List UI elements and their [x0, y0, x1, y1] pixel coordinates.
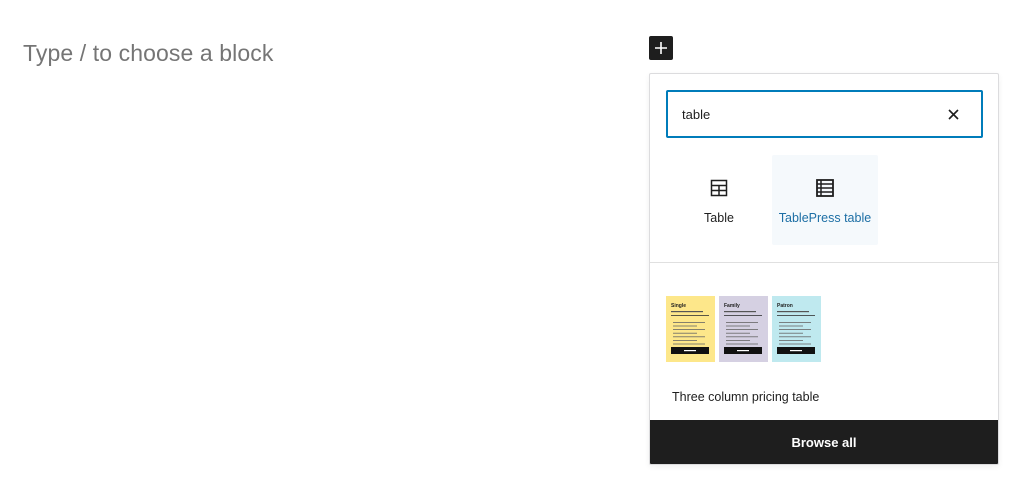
pricing-list-line: [779, 343, 811, 345]
pricing-list-line: [726, 325, 750, 327]
table-icon: [710, 179, 728, 197]
pricing-list-line: [673, 329, 705, 330]
search-input[interactable]: [682, 92, 932, 136]
pricing-column-title: Single: [671, 303, 686, 309]
plus-icon: [655, 42, 667, 54]
pricing-list-line: [726, 340, 750, 341]
pricing-list-line: [779, 336, 811, 338]
pattern-preview: Single Family Patron: [666, 296, 821, 362]
pricing-list-line: [673, 322, 705, 323]
pattern-three-column-pricing-table[interactable]: Single Family Patron Three column pricing …: [666, 296, 826, 416]
block-option-label: TablePress table: [778, 211, 872, 225]
pricing-button-label: [737, 350, 749, 352]
pricing-list-line: [673, 336, 705, 338]
pricing-text-line: [724, 311, 756, 313]
block-inserter-popover: Table TablePress table Single Family Patro…: [649, 73, 999, 465]
pricing-column-title: Patron: [777, 303, 793, 309]
pricing-button-label: [790, 350, 802, 352]
pricing-list-line: [673, 343, 705, 345]
pricing-text-line: [777, 311, 809, 313]
section-divider: [650, 262, 998, 263]
pricing-text-line: [777, 315, 815, 316]
pricing-list-line: [673, 340, 697, 341]
pricing-list-line: [779, 332, 803, 334]
browse-all-button[interactable]: Browse all: [650, 420, 998, 464]
pattern-label: Three column pricing table: [672, 390, 820, 404]
inserter-toggle-button[interactable]: [649, 36, 673, 60]
pricing-list-line: [779, 325, 803, 327]
pricing-list-line: [726, 332, 750, 334]
pricing-list-line: [726, 343, 758, 345]
block-placeholder[interactable]: Type / to choose a block: [23, 40, 273, 67]
pricing-list-line: [779, 340, 803, 341]
clear-search-button[interactable]: [943, 104, 963, 124]
pricing-list-line: [726, 322, 758, 323]
pricing-list-line: [673, 325, 697, 327]
search-box: [666, 90, 983, 138]
pricing-list-line: [726, 329, 758, 330]
pricing-list-line: [673, 332, 697, 334]
pricing-list-line: [726, 336, 758, 338]
pricing-column-title: Family: [724, 303, 740, 309]
tablepress-table-icon: [816, 179, 834, 197]
block-option-table[interactable]: Table: [666, 155, 772, 245]
pricing-list-line: [779, 322, 811, 323]
pricing-button-label: [684, 350, 696, 352]
block-option-label: Table: [704, 211, 734, 225]
close-icon: [947, 108, 959, 120]
pricing-text-line: [671, 311, 703, 313]
block-option-tablepress-table[interactable]: TablePress table: [772, 155, 878, 245]
pricing-text-line: [671, 315, 709, 316]
pricing-text-line: [724, 315, 762, 316]
pricing-list-line: [779, 329, 811, 330]
